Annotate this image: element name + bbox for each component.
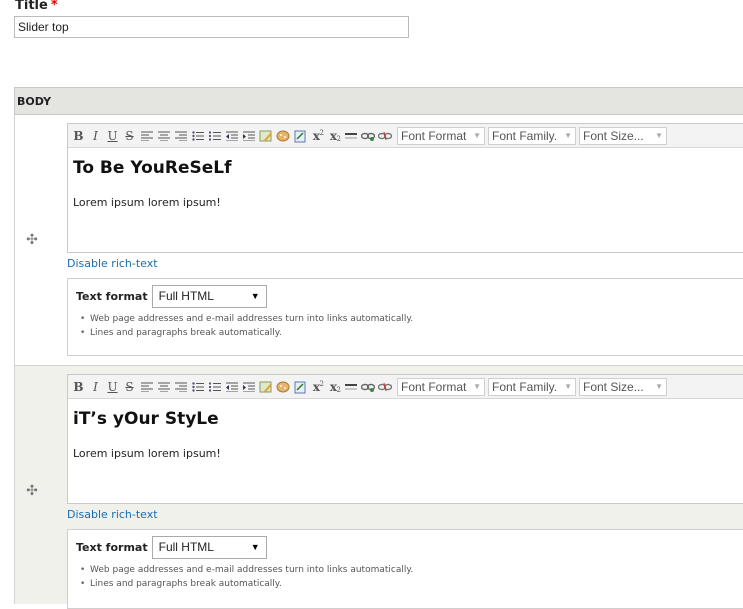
align-left-icon[interactable] <box>139 127 154 145</box>
disable-rich-text-link[interactable]: Disable rich-text <box>67 508 158 521</box>
link-icon[interactable] <box>360 127 375 145</box>
text-format-select[interactable]: Full HTML ▼ <box>151 284 267 308</box>
special-char-icon[interactable] <box>275 127 290 145</box>
superscript-icon[interactable]: x2 <box>309 378 324 396</box>
chevron-down-icon: ▼ <box>473 382 481 391</box>
body-section-header: BODY <box>14 87 743 115</box>
chevron-down-icon: ▼ <box>564 382 572 391</box>
font-family-select[interactable]: Font Family. ▼ <box>488 126 576 145</box>
superscript-icon[interactable]: x2 <box>309 127 324 145</box>
horizontal-rule-icon[interactable] <box>343 378 358 396</box>
paste-icon[interactable] <box>292 127 307 145</box>
font-size-label: Font Size... <box>583 379 644 394</box>
tip-item: Lines and paragraphs break automatically… <box>80 577 736 591</box>
editor-toolbar: B I U S x2 x2 Font Format ▼ Font Family. ▼… <box>68 375 743 399</box>
chevron-down-icon: ▼ <box>250 542 260 552</box>
text-format-value: Full HTML <box>158 540 214 554</box>
align-left-icon[interactable] <box>139 378 154 396</box>
align-right-icon[interactable] <box>173 378 188 396</box>
tip-item: Web page addresses and e-mail addresses … <box>80 312 736 326</box>
font-size-label: Font Size... <box>583 128 644 143</box>
disable-rich-text-link[interactable]: Disable rich-text <box>67 257 158 270</box>
drag-handle-icon[interactable]: ✣ <box>25 484 39 498</box>
text-format-wrapper: Text format Full HTML ▼ Web page addresse… <box>67 529 743 609</box>
underline-icon[interactable]: U <box>105 127 120 145</box>
bullet-list-icon[interactable] <box>190 127 205 145</box>
indent-icon[interactable] <box>241 378 256 396</box>
tip-item: Web page addresses and e-mail addresses … <box>80 563 736 577</box>
content-heading: To Be YouReSeLf <box>73 158 232 178</box>
editor-content[interactable]: iT’s yOur StyLe Lorem ipsum lorem ipsum! <box>68 399 743 527</box>
chevron-down-icon: ▼ <box>655 131 663 140</box>
font-format-select[interactable]: Font Format ▼ <box>397 126 485 145</box>
title-label-text: Title <box>15 0 48 13</box>
text-format-value: Full HTML <box>158 289 214 303</box>
link-icon[interactable] <box>360 378 375 396</box>
edit-image-icon[interactable] <box>258 127 273 145</box>
content-heading: iT’s yOur StyLe <box>73 409 219 429</box>
editor-toolbar: B I U S x2 x2 Font Format ▼ Font Family. ▼… <box>68 124 743 148</box>
editor-content[interactable]: To Be YouReSeLf Lorem ipsum lorem ipsum! <box>68 148 743 276</box>
font-size-select[interactable]: Font Size... ▼ <box>579 377 667 396</box>
horizontal-rule-icon[interactable] <box>343 127 358 145</box>
strikethrough-icon[interactable]: S <box>122 378 137 396</box>
edit-image-icon[interactable] <box>258 378 273 396</box>
numbered-list-icon[interactable] <box>207 378 222 396</box>
chevron-down-icon: ▼ <box>473 131 481 140</box>
drag-handle-icon[interactable]: ✣ <box>25 233 39 247</box>
chevron-down-icon: ▼ <box>564 131 572 140</box>
paste-icon[interactable] <box>292 378 307 396</box>
align-center-icon[interactable] <box>156 127 171 145</box>
align-right-icon[interactable] <box>173 127 188 145</box>
text-format-select[interactable]: Full HTML ▼ <box>151 535 267 559</box>
required-mark: * <box>50 0 58 13</box>
bullet-list-icon[interactable] <box>190 378 205 396</box>
text-format-wrapper: Text format Full HTML ▼ Web page addresse… <box>67 278 743 356</box>
indent-icon[interactable] <box>241 127 256 145</box>
italic-icon[interactable]: I <box>88 378 103 396</box>
font-format-select[interactable]: Font Format ▼ <box>397 377 485 396</box>
special-char-icon[interactable] <box>275 378 290 396</box>
text-format-label: Text format <box>76 289 148 303</box>
outdent-icon[interactable] <box>224 378 239 396</box>
chevron-down-icon: ▼ <box>250 291 260 301</box>
body-item-row: ✣ B I U S x2 x2 Font Format ▼ Font Family… <box>14 366 743 609</box>
subscript-icon[interactable]: x2 <box>326 127 341 145</box>
title-label: Title * <box>15 0 58 13</box>
title-input[interactable]: Slider top <box>14 16 409 38</box>
subscript-icon[interactable]: x2 <box>326 378 341 396</box>
rich-text-editor[interactable]: B I U S x2 x2 Font Format ▼ Font Family. ▼… <box>67 123 743 253</box>
content-paragraph: Lorem ipsum lorem ipsum! <box>73 447 221 460</box>
strikethrough-icon[interactable]: S <box>122 127 137 145</box>
body-item-row: ✣ B I U S x2 x2 Font Format ▼ Font Family… <box>14 115 743 366</box>
font-family-select[interactable]: Font Family. ▼ <box>488 377 576 396</box>
text-format-label: Text format <box>76 540 148 554</box>
font-format-label: Font Format <box>401 128 467 143</box>
bold-icon[interactable]: B <box>71 127 86 145</box>
text-format-tips: Web page addresses and e-mail addresses … <box>76 312 736 340</box>
unlink-icon[interactable] <box>377 127 392 145</box>
font-family-label: Font Family. <box>492 128 558 143</box>
font-format-label: Font Format <box>401 379 467 394</box>
unlink-icon[interactable] <box>377 378 392 396</box>
bold-icon[interactable]: B <box>71 378 86 396</box>
italic-icon[interactable]: I <box>88 127 103 145</box>
font-size-select[interactable]: Font Size... ▼ <box>579 126 667 145</box>
tip-item: Lines and paragraphs break automatically… <box>80 326 736 340</box>
content-paragraph: Lorem ipsum lorem ipsum! <box>73 196 221 209</box>
outdent-icon[interactable] <box>224 127 239 145</box>
text-format-tips: Web page addresses and e-mail addresses … <box>76 563 736 591</box>
font-family-label: Font Family. <box>492 379 558 394</box>
rich-text-editor[interactable]: B I U S x2 x2 Font Format ▼ Font Family. ▼… <box>67 374 743 504</box>
align-center-icon[interactable] <box>156 378 171 396</box>
numbered-list-icon[interactable] <box>207 127 222 145</box>
chevron-down-icon: ▼ <box>655 382 663 391</box>
underline-icon[interactable]: U <box>105 378 120 396</box>
